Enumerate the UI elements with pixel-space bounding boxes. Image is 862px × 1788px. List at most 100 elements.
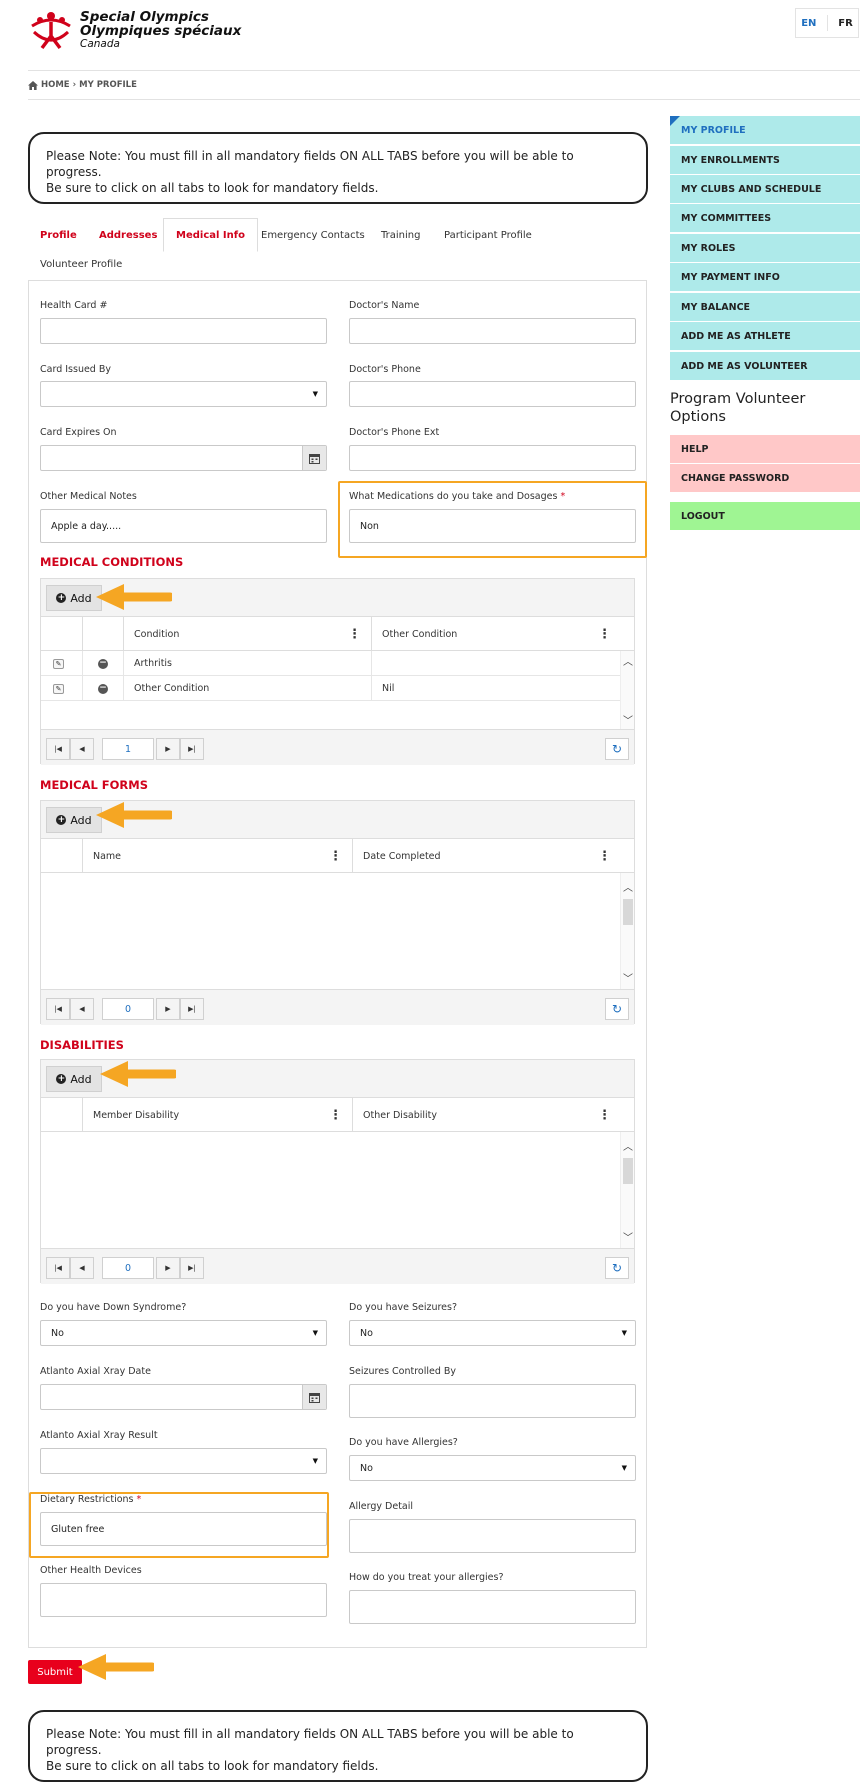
other-devices-input[interactable]	[40, 1583, 327, 1617]
medical-conditions-title: MEDICAL CONDITIONS	[40, 555, 184, 569]
col-other-condition-header[interactable]: Other Condition ⋮	[371, 617, 621, 651]
sidebar-item-my-enrollments[interactable]: MY ENROLLMENTS	[670, 146, 860, 175]
doctor-phone-input[interactable]	[349, 381, 636, 407]
column-menu-icon[interactable]: ⋮	[598, 849, 611, 864]
next-page-icon[interactable]: ▶	[156, 1257, 180, 1279]
medical-forms-title: MEDICAL FORMS	[40, 778, 149, 792]
grid-scrollbar[interactable]: ︿ ﹀	[620, 873, 634, 989]
lang-en-link[interactable]: EN	[801, 18, 816, 29]
column-menu-icon[interactable]: ⋮	[598, 1108, 611, 1123]
sidebar-item-my-roles[interactable]: MY ROLES	[670, 234, 860, 263]
breadcrumb-home[interactable]: HOME	[41, 80, 70, 90]
page-number-input[interactable]: 1	[102, 738, 154, 760]
tab-profile[interactable]: Profile	[28, 221, 89, 249]
sidebar-item-my-profile[interactable]: MY PROFILE	[670, 116, 860, 145]
col-condition-header[interactable]: Condition ⋮	[123, 617, 371, 651]
atlanto-result-select[interactable]	[40, 1448, 327, 1474]
col-name-header[interactable]: Name ⋮	[82, 839, 352, 873]
seizures-select[interactable]: No	[349, 1320, 636, 1346]
col-other-disability-header[interactable]: Other Disability ⋮	[352, 1098, 621, 1132]
medications-label: What Medications do you take and Dosages…	[349, 491, 565, 502]
tab-participant-profile[interactable]: Participant Profile	[432, 221, 544, 249]
prev-page-icon[interactable]: ◀	[70, 1257, 94, 1279]
sidebar-item-change-password[interactable]: CHANGE PASSWORD	[670, 464, 860, 493]
tab-medical-info[interactable]: Medical Info	[163, 218, 258, 252]
sidebar-item-my-committees[interactable]: MY COMMITTEES	[670, 204, 860, 233]
add-button-label: Add	[70, 1072, 92, 1086]
prev-page-icon[interactable]: ◀	[70, 738, 94, 760]
chevron-down-icon[interactable]: ﹀	[621, 1229, 635, 1244]
tab-volunteer-profile[interactable]: Volunteer Profile	[28, 250, 134, 278]
sidebar-item-help[interactable]: HELP	[670, 435, 860, 464]
tab-emergency-contacts[interactable]: Emergency Contacts	[249, 221, 377, 249]
medications-input[interactable]: Non	[349, 509, 636, 543]
last-page-icon[interactable]: ▶|	[180, 998, 204, 1020]
health-card-input[interactable]	[40, 318, 327, 344]
col-member-disability-header[interactable]: Member Disability ⋮	[82, 1098, 352, 1132]
column-menu-icon[interactable]: ⋮	[329, 1108, 342, 1123]
edit-icon[interactable]: ✎	[53, 658, 64, 669]
allergy-detail-input[interactable]	[349, 1519, 636, 1553]
grid-scrollbar[interactable]: ︿ ﹀	[620, 651, 634, 729]
next-page-icon[interactable]: ▶	[156, 738, 180, 760]
column-menu-icon[interactable]: ⋮	[329, 849, 342, 864]
scrollbar-thumb[interactable]	[623, 1158, 633, 1184]
column-menu-icon[interactable]: ⋮	[598, 627, 611, 642]
refresh-icon[interactable]: ↻	[605, 998, 629, 1020]
sidebar-item-my-clubs[interactable]: MY CLUBS AND SCHEDULE	[670, 175, 860, 204]
chevron-up-icon[interactable]: ︿	[621, 1138, 635, 1153]
down-syndrome-select[interactable]: No	[40, 1320, 327, 1346]
other-medical-notes-input[interactable]: Apple a day.....	[40, 509, 327, 543]
chevron-up-icon[interactable]: ︿	[621, 879, 635, 894]
add-disability-button[interactable]: + Add	[46, 1066, 102, 1092]
sidebar-item-my-balance[interactable]: MY BALANCE	[670, 293, 860, 322]
calendar-icon[interactable]	[302, 1385, 326, 1409]
sidebar-item-my-payment-info[interactable]: MY PAYMENT INFO	[670, 263, 860, 292]
first-page-icon[interactable]: |◀	[46, 998, 70, 1020]
next-page-icon[interactable]: ▶	[156, 998, 180, 1020]
sidebar-item-add-athlete[interactable]: ADD ME AS ATHLETE	[670, 322, 860, 351]
chevron-down-icon[interactable]: ﹀	[621, 712, 635, 727]
page-number-input[interactable]: 0	[102, 998, 154, 1020]
active-corner-marker	[670, 116, 680, 126]
lang-fr-link[interactable]: FR	[838, 18, 853, 29]
chevron-up-icon[interactable]: ︿	[621, 653, 635, 668]
seizures-controlled-input[interactable]	[349, 1384, 636, 1418]
note-text-line2: Be sure to click on all tabs to look for…	[46, 1759, 379, 1773]
sidebar-item-add-volunteer[interactable]: ADD ME AS VOLUNTEER	[670, 352, 860, 381]
prev-page-icon[interactable]: ◀	[70, 998, 94, 1020]
refresh-icon[interactable]: ↻	[605, 738, 629, 760]
program-title-line2: Options	[670, 409, 726, 425]
logo-text-fr: Olympiques spéciaux	[80, 23, 242, 39]
grid-scrollbar[interactable]: ︿ ﹀	[620, 1132, 634, 1248]
column-menu-icon[interactable]: ⋮	[348, 627, 361, 642]
chevron-down-icon[interactable]: ﹀	[621, 970, 635, 985]
atlanto-date-input[interactable]	[40, 1384, 327, 1410]
edit-icon[interactable]: ✎	[53, 683, 64, 694]
logo[interactable]: Special Olympics Olympiques spéciaux Can…	[28, 8, 288, 52]
sidebar-item-logout[interactable]: LOGOUT	[670, 502, 860, 531]
table-row[interactable]: ✎ − Arthritis	[41, 651, 622, 676]
doctor-name-input[interactable]	[349, 318, 636, 344]
first-page-icon[interactable]: |◀	[46, 738, 70, 760]
first-page-icon[interactable]: |◀	[46, 1257, 70, 1279]
card-issued-select[interactable]	[40, 381, 327, 407]
page-number-input[interactable]: 0	[102, 1257, 154, 1279]
table-row[interactable]: ✎ − Other Condition Nil	[41, 676, 622, 701]
scrollbar-thumb[interactable]	[623, 899, 633, 925]
refresh-icon[interactable]: ↻	[605, 1257, 629, 1279]
allergies-select[interactable]: No	[349, 1455, 636, 1481]
dietary-input[interactable]: Gluten free	[40, 1512, 327, 1546]
minus-circle-icon[interactable]: −	[98, 658, 108, 669]
calendar-icon[interactable]	[302, 446, 326, 470]
last-page-icon[interactable]: ▶|	[180, 738, 204, 760]
minus-circle-icon[interactable]: −	[98, 683, 108, 694]
treat-allergies-input[interactable]	[349, 1590, 636, 1624]
home-icon	[28, 80, 38, 90]
tab-training[interactable]: Training	[369, 221, 432, 249]
tab-addresses[interactable]: Addresses	[87, 221, 169, 249]
card-expires-input[interactable]	[40, 445, 327, 471]
last-page-icon[interactable]: ▶|	[180, 1257, 204, 1279]
doctor-phone-ext-input[interactable]	[349, 445, 636, 471]
col-date-completed-header[interactable]: Date Completed ⋮	[352, 839, 621, 873]
